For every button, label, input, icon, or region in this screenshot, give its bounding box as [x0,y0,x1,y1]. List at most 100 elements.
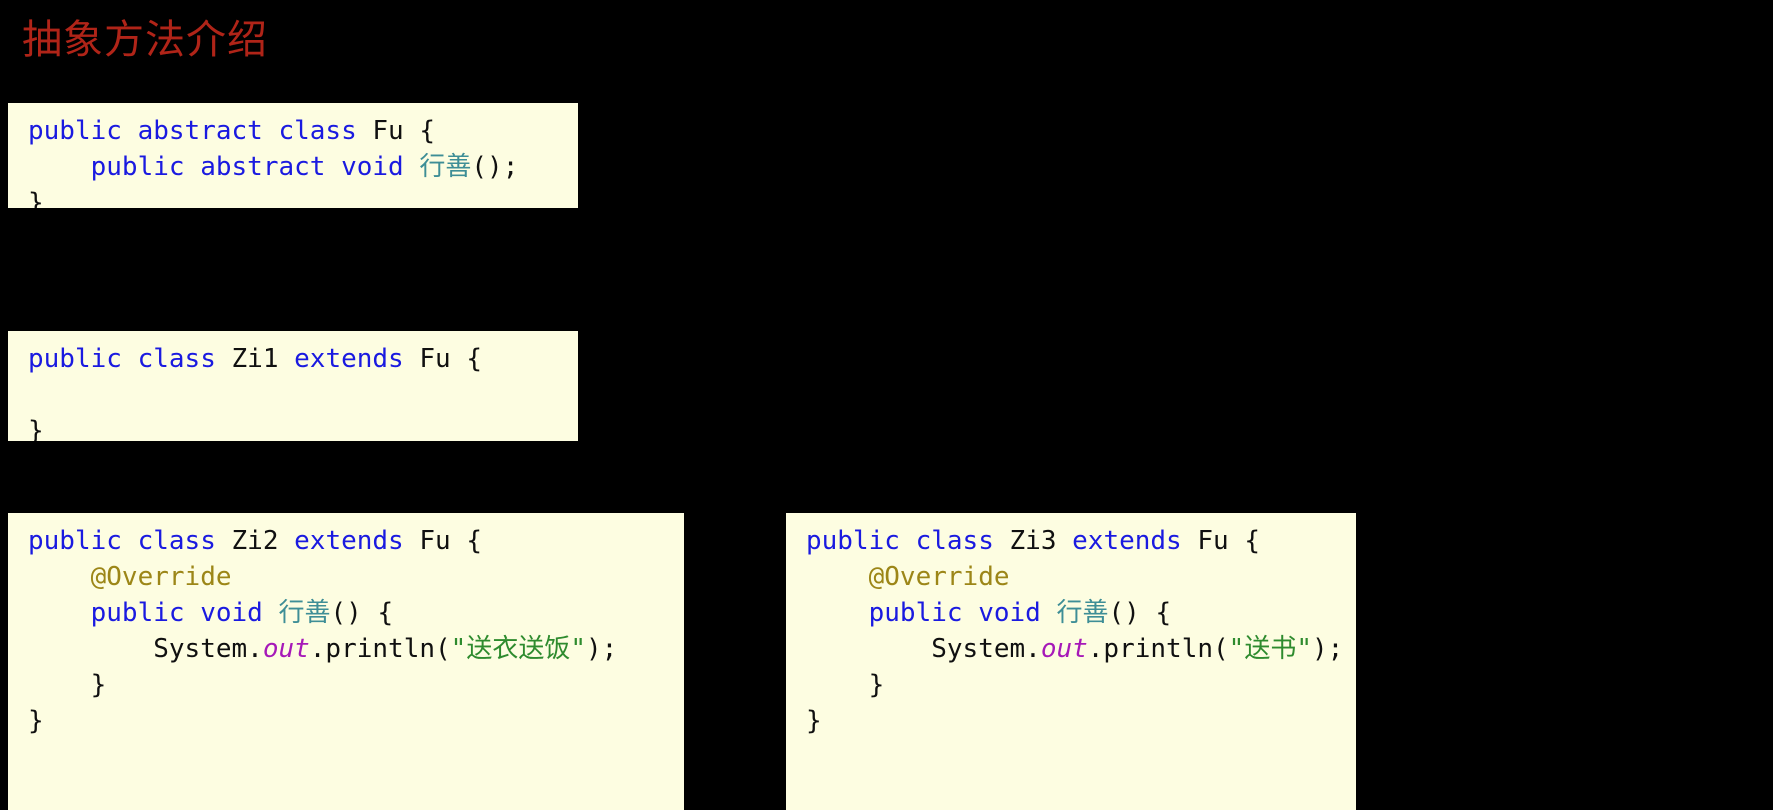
code-line: public void 行善() { [786,595,1356,631]
code-block-zi2: public class Zi2 extends Fu { @Override … [8,513,684,810]
code-token-punct [806,562,869,592]
code-token-punct [185,598,201,628]
code-token-method: 行善 [419,152,472,182]
code-token-punct [28,598,91,628]
code-token-punct: { [450,526,482,556]
code-token-punct [263,598,279,628]
code-token-punct: { [450,344,482,374]
code-line: public abstract void 行善(); [8,149,578,185]
code-block-zi3: public class Zi3 extends Fu { @Override … [786,513,1356,810]
code-token-punct: (); [471,152,519,182]
code-token-string: "送衣送饭" [450,634,586,664]
code-token-punct [28,634,153,664]
code-token-id: Zi3 [1009,526,1057,556]
code-token-punct: { [403,116,436,146]
code-line: public class Zi3 extends Fu { [786,523,1356,559]
code-token-kw: abstract [200,152,326,182]
code-token-punct [216,526,232,556]
code-token-id: Fu [372,116,404,146]
code-token-punct: { [1228,526,1260,556]
code-line: } [8,185,578,208]
code-token-punct [1182,526,1198,556]
code-token-kw: class [137,526,216,556]
code-token-kw: public [28,116,122,146]
code-token-kw: class [915,526,994,556]
code-line: } [8,703,684,739]
code-line: } [786,667,1356,703]
code-token-kw: void [978,598,1041,628]
code-token-punct [404,344,420,374]
code-line [8,377,578,413]
code-token-kw: public [28,344,122,374]
code-token-punct: } [28,670,107,700]
code-token-punct: . [247,634,263,664]
code-token-punct [185,152,201,182]
code-token-kw: public [868,598,963,628]
code-token-punct [278,526,294,556]
code-token-punct [806,634,931,664]
code-line: } [786,703,1356,739]
code-line: @Override [8,559,684,595]
code-token-id: Zi2 [231,526,279,556]
code-token-id: Fu [419,526,451,556]
code-token-kw: public [90,152,185,182]
code-token-punct [216,344,232,374]
code-token-punct [994,526,1010,556]
code-line: System.out.println("送衣送饭"); [8,631,684,667]
code-token-method: 行善 [278,598,331,628]
code-token-kw: abstract [137,116,263,146]
code-token-punct [122,116,138,146]
code-line: } [8,667,684,703]
code-line: @Override [786,559,1356,595]
code-token-punct: () { [330,598,394,628]
code-line: System.out.println("送书"); [786,631,1356,667]
code-token-punct [963,598,979,628]
code-token-anno: @Override [90,562,232,592]
code-token-punct: .println( [309,634,451,664]
code-token-id: Fu [419,344,451,374]
code-token-punct [28,152,91,182]
code-token-kw: class [137,344,216,374]
page-title: 抽象方法介绍 [22,17,268,62]
code-token-punct [28,562,91,592]
code-token-kw: class [278,116,357,146]
code-line: public void 行善() { [8,595,684,631]
code-token-punct: } [28,416,44,441]
code-token-punct [806,598,869,628]
code-token-punct: } [28,706,44,736]
code-token-kw: public [90,598,185,628]
code-token-kw: extends [294,344,404,374]
code-token-punct [1056,526,1072,556]
code-token-id: Fu [1197,526,1229,556]
code-token-punct [278,344,294,374]
code-line: public abstract class Fu { [8,113,578,149]
code-token-id: Zi1 [231,344,279,374]
code-token-punct [263,116,279,146]
code-token-id: System [931,634,1026,664]
code-token-punct [900,526,916,556]
code-block-zi1: public class Zi1 extends Fu { } [8,331,578,441]
code-line: } [8,413,578,441]
code-token-punct: ); [1311,634,1344,664]
code-token-kw: void [200,598,263,628]
code-token-punct [404,526,420,556]
code-token-method: 行善 [1056,598,1109,628]
code-token-string: "送书" [1228,634,1312,664]
code-line: public class Zi2 extends Fu { [8,523,684,559]
code-block-fu: public abstract class Fu { public abstra… [8,103,578,208]
slide-canvas: 抽象方法介绍 public abstract class Fu { public… [0,0,1773,810]
code-token-punct [325,152,341,182]
code-token-punct [1041,598,1057,628]
code-token-punct [122,344,138,374]
code-token-field: out [262,634,310,664]
code-token-kw: void [341,152,404,182]
code-token-punct: . [1025,634,1041,664]
code-token-id: System [153,634,248,664]
code-token-anno: @Override [868,562,1010,592]
code-token-punct: } [28,188,44,208]
code-token-punct [28,380,44,410]
code-token-punct: .println( [1087,634,1229,664]
code-token-field: out [1040,634,1088,664]
code-token-punct: ); [585,634,618,664]
code-token-punct: () { [1108,598,1172,628]
